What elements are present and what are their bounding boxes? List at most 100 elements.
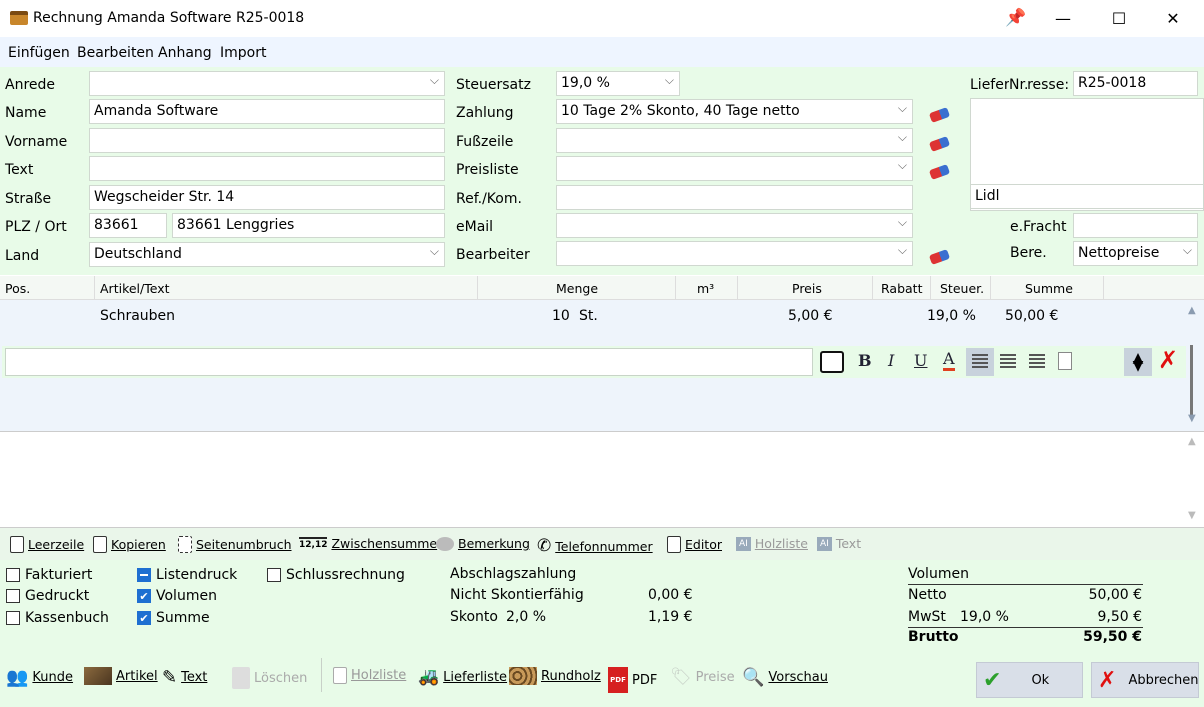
vorschau-button[interactable]: 🔍 Vorschau (742, 667, 828, 688)
plz-field[interactable]: 83661 (89, 213, 167, 238)
artikel-button[interactable]: Artikel (84, 667, 158, 685)
col-rabatt[interactable]: Rabatt (881, 281, 922, 296)
bold-button[interactable]: B (858, 351, 872, 370)
kopieren-button[interactable]: Kopieren (93, 536, 166, 553)
name-field[interactable]: Amanda Software (89, 99, 445, 124)
preise-button[interactable]: 🏷 Preise (670, 667, 735, 687)
fakturiert-checkbox[interactable]: Fakturiert (6, 567, 92, 583)
leerzeile-button[interactable]: Leerzeile (10, 536, 84, 553)
rundholz-button[interactable]: Rundholz (509, 667, 601, 685)
kassenbuch-checkbox[interactable]: Kassenbuch (6, 610, 109, 626)
telefonnummer-button[interactable]: ✆ Telefonnummer (537, 536, 653, 556)
text-field[interactable] (89, 156, 445, 181)
listendruck-checkbox[interactable]: Listendruck (137, 567, 237, 583)
strasse-label: Straße (5, 191, 52, 207)
abbrechen-label: Abbrechen (1128, 672, 1199, 688)
bere-select[interactable]: Nettopreise (1073, 241, 1198, 266)
ort-field[interactable]: 83661 Lenggries (172, 213, 445, 238)
email-label: eMail (456, 219, 494, 235)
row-preis: 5,00 € (788, 308, 833, 324)
menu-bar: Einfügen Bearbeiten Anhang Import (0, 37, 1204, 67)
anrede-select[interactable] (89, 71, 445, 96)
column-divider (930, 276, 931, 300)
gedruckt-checkbox[interactable]: Gedruckt (6, 588, 89, 604)
fusszeile-select[interactable] (556, 128, 913, 153)
holzliste-ai-button[interactable]: AI Holzliste (736, 536, 808, 551)
checkbox-box (6, 611, 20, 625)
italic-button[interactable]: I (888, 351, 894, 370)
nr-label: Nr. (1009, 77, 1029, 93)
bearbeiter-select[interactable] (556, 241, 913, 266)
align-right-icon[interactable] (1029, 354, 1045, 368)
lieferadresse-field[interactable]: Lidl (970, 184, 1204, 209)
eraser-icon[interactable] (928, 164, 951, 180)
text-ai-button[interactable]: AI Text (817, 536, 861, 551)
checkbox-indeterminate (137, 568, 151, 582)
menu-anhang[interactable]: Anhang (158, 45, 212, 61)
summe-checkbox[interactable]: ✔ Summe (137, 610, 210, 626)
menu-einfuegen[interactable]: Einfügen (8, 45, 70, 61)
editor-button[interactable]: Editor (667, 536, 722, 553)
delete-row-icon[interactable]: ✗ (1158, 346, 1178, 374)
maximize-button[interactable]: ☐ (1096, 2, 1142, 34)
nr-field[interactable]: R25-0018 (1073, 71, 1198, 96)
preisliste-select[interactable] (556, 156, 913, 181)
strasse-field[interactable]: Wegscheider Str. 14 (89, 185, 445, 210)
seitenumbruch-button[interactable]: Seitenumbruch (178, 536, 292, 553)
move-updown-icon[interactable]: ▲ ▼ (1124, 348, 1152, 376)
eraser-icon[interactable] (928, 107, 951, 123)
eraser-icon[interactable] (928, 136, 951, 152)
eraser-icon[interactable] (928, 249, 951, 265)
text-button[interactable]: ✎ Text (162, 667, 207, 688)
email-select[interactable] (556, 213, 913, 238)
font-color-button[interactable]: A (943, 350, 955, 371)
vorname-field[interactable] (89, 128, 445, 153)
menu-bearbeiten[interactable]: Bearbeiten (77, 45, 154, 61)
col-artikel[interactable]: Artikel/Text (100, 281, 170, 296)
col-menge[interactable]: Menge (556, 281, 598, 296)
volumen-checkbox[interactable]: ✔ Volumen (137, 588, 217, 604)
pdf-button[interactable]: PDF PDF (608, 667, 657, 693)
kunde-button[interactable]: 👥 Kunde (6, 667, 73, 688)
col-pos[interactable]: Pos. (5, 281, 30, 296)
align-center-icon[interactable] (1000, 354, 1016, 368)
mwst-percent: 19,0 % (960, 609, 1009, 625)
scroll-down-icon[interactable]: ▼ (1188, 413, 1196, 424)
menu-import[interactable]: Import (220, 45, 266, 61)
refkom-field[interactable] (556, 185, 913, 210)
close-button[interactable]: ✕ (1150, 2, 1196, 34)
col-m3[interactable]: m³ (697, 281, 714, 296)
listendruck-label: Listendruck (156, 567, 238, 583)
page-icon[interactable] (1058, 352, 1072, 370)
notes-area[interactable]: ▲ ▼ (0, 431, 1204, 528)
mwst-label: MwSt (908, 609, 946, 625)
window-title: Rechnung Amanda Software R25-0018 (33, 10, 305, 26)
row-text-input[interactable] (5, 348, 813, 376)
efracht-field[interactable] (1073, 213, 1198, 238)
scrollbar-thumb[interactable] (1190, 345, 1193, 415)
abbrechen-button[interactable]: ✗ Abbrechen (1091, 662, 1199, 698)
border-icon[interactable] (820, 351, 844, 373)
schlussrechnung-checkbox[interactable]: Schlussrechnung (267, 567, 405, 583)
steuersatz-select[interactable]: 19,0 % (556, 71, 680, 96)
table-row[interactable]: Schrauben 10 St. 5,00 € 19,0 % 50,00 € (0, 300, 1185, 332)
holzliste-button[interactable]: Holzliste (333, 667, 406, 684)
scroll-up-icon[interactable]: ▲ (1188, 436, 1196, 447)
zwischensumme-button[interactable]: 12,12 Zwischensumme (299, 536, 437, 551)
ok-button[interactable]: ✔ Ok (976, 662, 1083, 698)
zahlung-select[interactable]: 10 Tage 2% Skonto, 40 Tage netto (556, 99, 913, 124)
col-steuer[interactable]: Steuer. (940, 281, 984, 296)
bemerkung-button[interactable]: Bemerkung (436, 536, 530, 551)
lieferliste-button[interactable]: 🚜 Lieferliste (418, 667, 507, 687)
scroll-down-icon[interactable]: ▼ (1188, 510, 1196, 521)
land-select[interactable]: Deutschland (89, 242, 445, 267)
minimize-button[interactable]: — (1040, 2, 1086, 34)
totals-title: Volumen (908, 566, 969, 582)
scroll-up-icon[interactable]: ▲ (1188, 305, 1196, 316)
underline-button[interactable]: U (914, 351, 927, 370)
loeschen-button[interactable]: Löschen (232, 667, 307, 689)
pin-icon[interactable]: 📌 (1005, 8, 1026, 28)
col-preis[interactable]: Preis (792, 281, 822, 296)
col-summe[interactable]: Summe (1025, 281, 1073, 296)
column-divider (990, 276, 991, 300)
